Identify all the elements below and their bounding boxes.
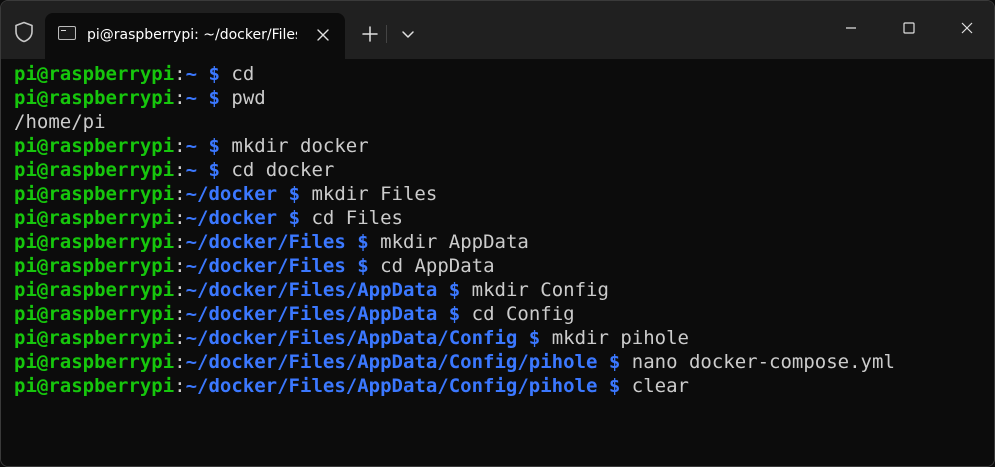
prompt-symbol: $ — [608, 351, 621, 373]
tab-terminal[interactable]: pi@raspberrypi: ~/docker/Files/AppData/C… — [45, 13, 345, 59]
prompt-path: ~/docker — [185, 207, 278, 229]
prompt-path: ~ — [185, 159, 198, 181]
prompt-colon: : — [174, 351, 186, 373]
prompt-user: pi@raspberrypi — [14, 159, 175, 181]
prompt-user: pi@raspberrypi — [14, 135, 175, 157]
prompt-colon: : — [174, 207, 186, 229]
command-text: cd Config — [471, 303, 575, 325]
prompt-line: pi@raspberrypi:~/docker $ mkdir Files — [14, 182, 994, 206]
command-text: cd AppData — [380, 255, 495, 277]
prompt-colon: : — [174, 63, 186, 85]
prompt-path: ~ — [185, 63, 198, 85]
prompt-colon: : — [174, 183, 186, 205]
prompt-symbol: $ — [288, 183, 301, 205]
minimize-icon[interactable] — [828, 13, 874, 43]
prompt-colon: : — [174, 375, 186, 397]
command-text: cd Files — [311, 207, 403, 229]
command-text: cd docker — [231, 159, 335, 181]
prompt-user: pi@raspberrypi — [14, 63, 175, 85]
prompt-colon: : — [174, 303, 186, 325]
prompt-line: pi@raspberrypi:~ $ mkdir docker — [14, 134, 994, 158]
prompt-symbol: $ — [208, 87, 220, 109]
command-text: mkdir pihole — [551, 327, 689, 349]
prompt-path: ~/docker — [185, 183, 278, 205]
prompt-symbol: $ — [608, 375, 621, 397]
prompt-line: pi@raspberrypi:~/docker/Files $ mkdir Ap… — [14, 230, 994, 254]
prompt-user: pi@raspberrypi — [14, 375, 175, 397]
command-text: mkdir Files — [311, 183, 438, 205]
prompt-colon: : — [174, 255, 186, 277]
prompt-symbol: $ — [208, 159, 220, 181]
prompt-user: pi@raspberrypi — [14, 207, 175, 229]
prompt-line: pi@raspberrypi:~/docker/Files/AppData $ … — [14, 278, 994, 302]
close-icon[interactable] — [944, 13, 990, 43]
prompt-user: pi@raspberrypi — [14, 231, 175, 253]
prompt-user: pi@raspberrypi — [14, 351, 175, 373]
prompt-colon: : — [174, 279, 186, 301]
prompt-path: ~/docker/Files/AppData/Config/pihole — [185, 351, 598, 373]
prompt-symbol: $ — [448, 303, 461, 325]
prompt-colon: : — [174, 231, 186, 253]
prompt-colon: : — [174, 159, 186, 181]
shield-icon[interactable] — [14, 21, 34, 43]
prompt-path: ~/docker/Files/AppData/Config — [185, 327, 518, 349]
command-text: mkdir AppData — [380, 231, 529, 253]
terminal-window: pi@raspberrypi: ~/docker/Files/AppData/C… — [0, 0, 995, 467]
prompt-path: ~/docker/Files/AppData — [185, 303, 438, 325]
prompt-colon: : — [174, 327, 186, 349]
prompt-colon: : — [174, 87, 186, 109]
prompt-symbol: $ — [288, 207, 301, 229]
command-text: pwd — [231, 87, 266, 109]
prompt-path: ~/docker/Files/AppData — [185, 279, 438, 301]
command-text: mkdir docker — [231, 135, 369, 157]
title-bar[interactable]: pi@raspberrypi: ~/docker/Files/AppData/C… — [1, 1, 994, 59]
prompt-user: pi@raspberrypi — [14, 255, 175, 277]
command-text: cd — [231, 63, 255, 85]
prompt-user: pi@raspberrypi — [14, 87, 175, 109]
terminal-icon — [58, 26, 76, 40]
maximize-icon[interactable] — [886, 13, 932, 43]
prompt-user: pi@raspberrypi — [14, 303, 175, 325]
command-text: clear — [631, 375, 689, 397]
close-icon[interactable] — [311, 23, 335, 47]
prompt-line: pi@raspberrypi:~/docker/Files/AppData/Co… — [14, 326, 994, 350]
prompt-line: pi@raspberrypi:~/docker $ cd Files — [14, 206, 994, 230]
prompt-symbol: $ — [448, 279, 461, 301]
output-text: /home/pi — [14, 111, 106, 133]
prompt-line: pi@raspberrypi:~/docker/Files/AppData/Co… — [14, 350, 994, 374]
command-text: mkdir Config — [471, 279, 609, 301]
prompt-path: ~/docker/Files — [185, 231, 346, 253]
prompt-line: pi@raspberrypi:~/docker/Files/AppData/Co… — [14, 374, 994, 398]
prompt-path: ~/docker/Files/AppData/Config/pihole — [185, 375, 598, 397]
prompt-line: pi@raspberrypi:~ $ cd — [14, 62, 994, 86]
divider — [386, 25, 387, 43]
prompt-user: pi@raspberrypi — [14, 183, 175, 205]
prompt-line: pi@raspberrypi:~ $ cd docker — [14, 158, 994, 182]
prompt-line: pi@raspberrypi:~/docker/Files/AppData $ … — [14, 302, 994, 326]
prompt-symbol: $ — [357, 255, 369, 277]
prompt-symbol: $ — [208, 135, 220, 157]
prompt-line: pi@raspberrypi:~ $ pwd — [14, 86, 994, 110]
prompt-path: ~ — [185, 135, 198, 157]
output-line: /home/pi — [14, 110, 994, 134]
chevron-down-icon[interactable] — [395, 21, 421, 47]
command-text: nano docker-compose.yml — [631, 351, 895, 373]
prompt-symbol: $ — [357, 231, 369, 253]
prompt-user: pi@raspberrypi — [14, 327, 175, 349]
prompt-path: ~ — [185, 87, 198, 109]
prompt-path: ~/docker/Files — [185, 255, 346, 277]
tab-title: pi@raspberrypi: ~/docker/Files/AppData/C… — [87, 27, 297, 43]
prompt-user: pi@raspberrypi — [14, 279, 175, 301]
prompt-symbol: $ — [528, 327, 541, 349]
terminal-output[interactable]: pi@raspberrypi:~ $ cd pi@raspberrypi:~ $ … — [1, 59, 994, 466]
prompt-colon: : — [174, 135, 186, 157]
prompt-symbol: $ — [208, 63, 220, 85]
prompt-line: pi@raspberrypi:~/docker/Files $ cd AppDa… — [14, 254, 994, 278]
plus-icon[interactable] — [357, 21, 383, 47]
